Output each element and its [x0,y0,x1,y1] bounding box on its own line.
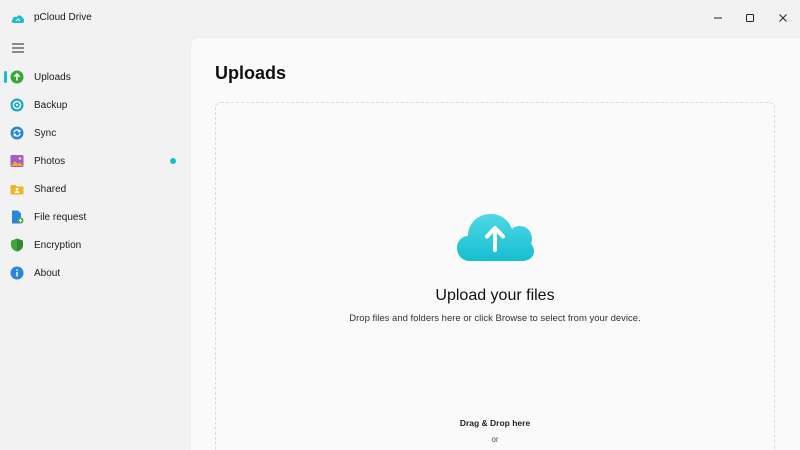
pcloud-logo-icon [11,15,25,23]
dropzone-heading: Upload your files [435,287,555,304]
sidebar-item-label: About [34,267,61,279]
close-button[interactable] [766,0,800,36]
sidebar-item-label: Shared [34,183,67,195]
info-icon [10,266,24,280]
shield-icon [11,238,23,252]
maximize-button[interactable] [733,0,767,36]
minimize-button[interactable] [701,0,735,36]
sidebar-item-photos[interactable]: Photos [0,147,190,175]
maximize-icon [746,14,754,22]
cloud-upload-icon [457,214,534,261]
shared-folder-icon [10,185,24,195]
app-title: pCloud Drive [34,12,92,23]
sidebar-item-label: Uploads [34,71,71,83]
sidebar-item-encryption[interactable]: Encryption [0,231,190,259]
sidebar-item-label: Photos [34,155,66,167]
backup-icon [10,98,24,112]
sidebar-item-backup[interactable]: Backup [0,91,190,119]
hamburger-menu-icon [12,43,24,53]
sidebar-item-label: Encryption [34,239,82,251]
sidebar-item-label: File request [34,211,87,223]
photos-icon [10,155,24,167]
sidebar-item-label: Sync [34,127,57,139]
main-panel: Uploads Upload your files Drop files and… [190,37,800,450]
sidebar-nav: Uploads Backup Sync Photos Shared File r… [0,63,190,287]
page-title: Uploads [215,63,287,83]
minimize-icon [714,17,722,19]
upload-dropzone[interactable]: Upload your files Drop files and folders… [215,102,775,450]
notification-dot [170,158,176,164]
title-bar: pCloud Drive [0,0,800,36]
upload-arrow-icon [10,70,24,84]
file-request-icon [12,210,24,224]
sync-icon [10,126,24,140]
sidebar-item-shared[interactable]: Shared [0,175,190,203]
sidebar-item-file-request[interactable]: File request [0,203,190,231]
sidebar-item-label: Backup [34,99,68,111]
close-icon [779,14,787,22]
or-label: or [491,435,499,444]
sidebar-item-about[interactable]: About [0,259,190,287]
sidebar-item-sync[interactable]: Sync [0,119,190,147]
menu-toggle-button[interactable] [11,41,25,55]
sidebar-item-uploads[interactable]: Uploads [0,63,190,91]
dropzone-subtext: Drop files and folders here or click Bro… [349,313,641,324]
drag-drop-label: Drag & Drop here [459,418,531,428]
